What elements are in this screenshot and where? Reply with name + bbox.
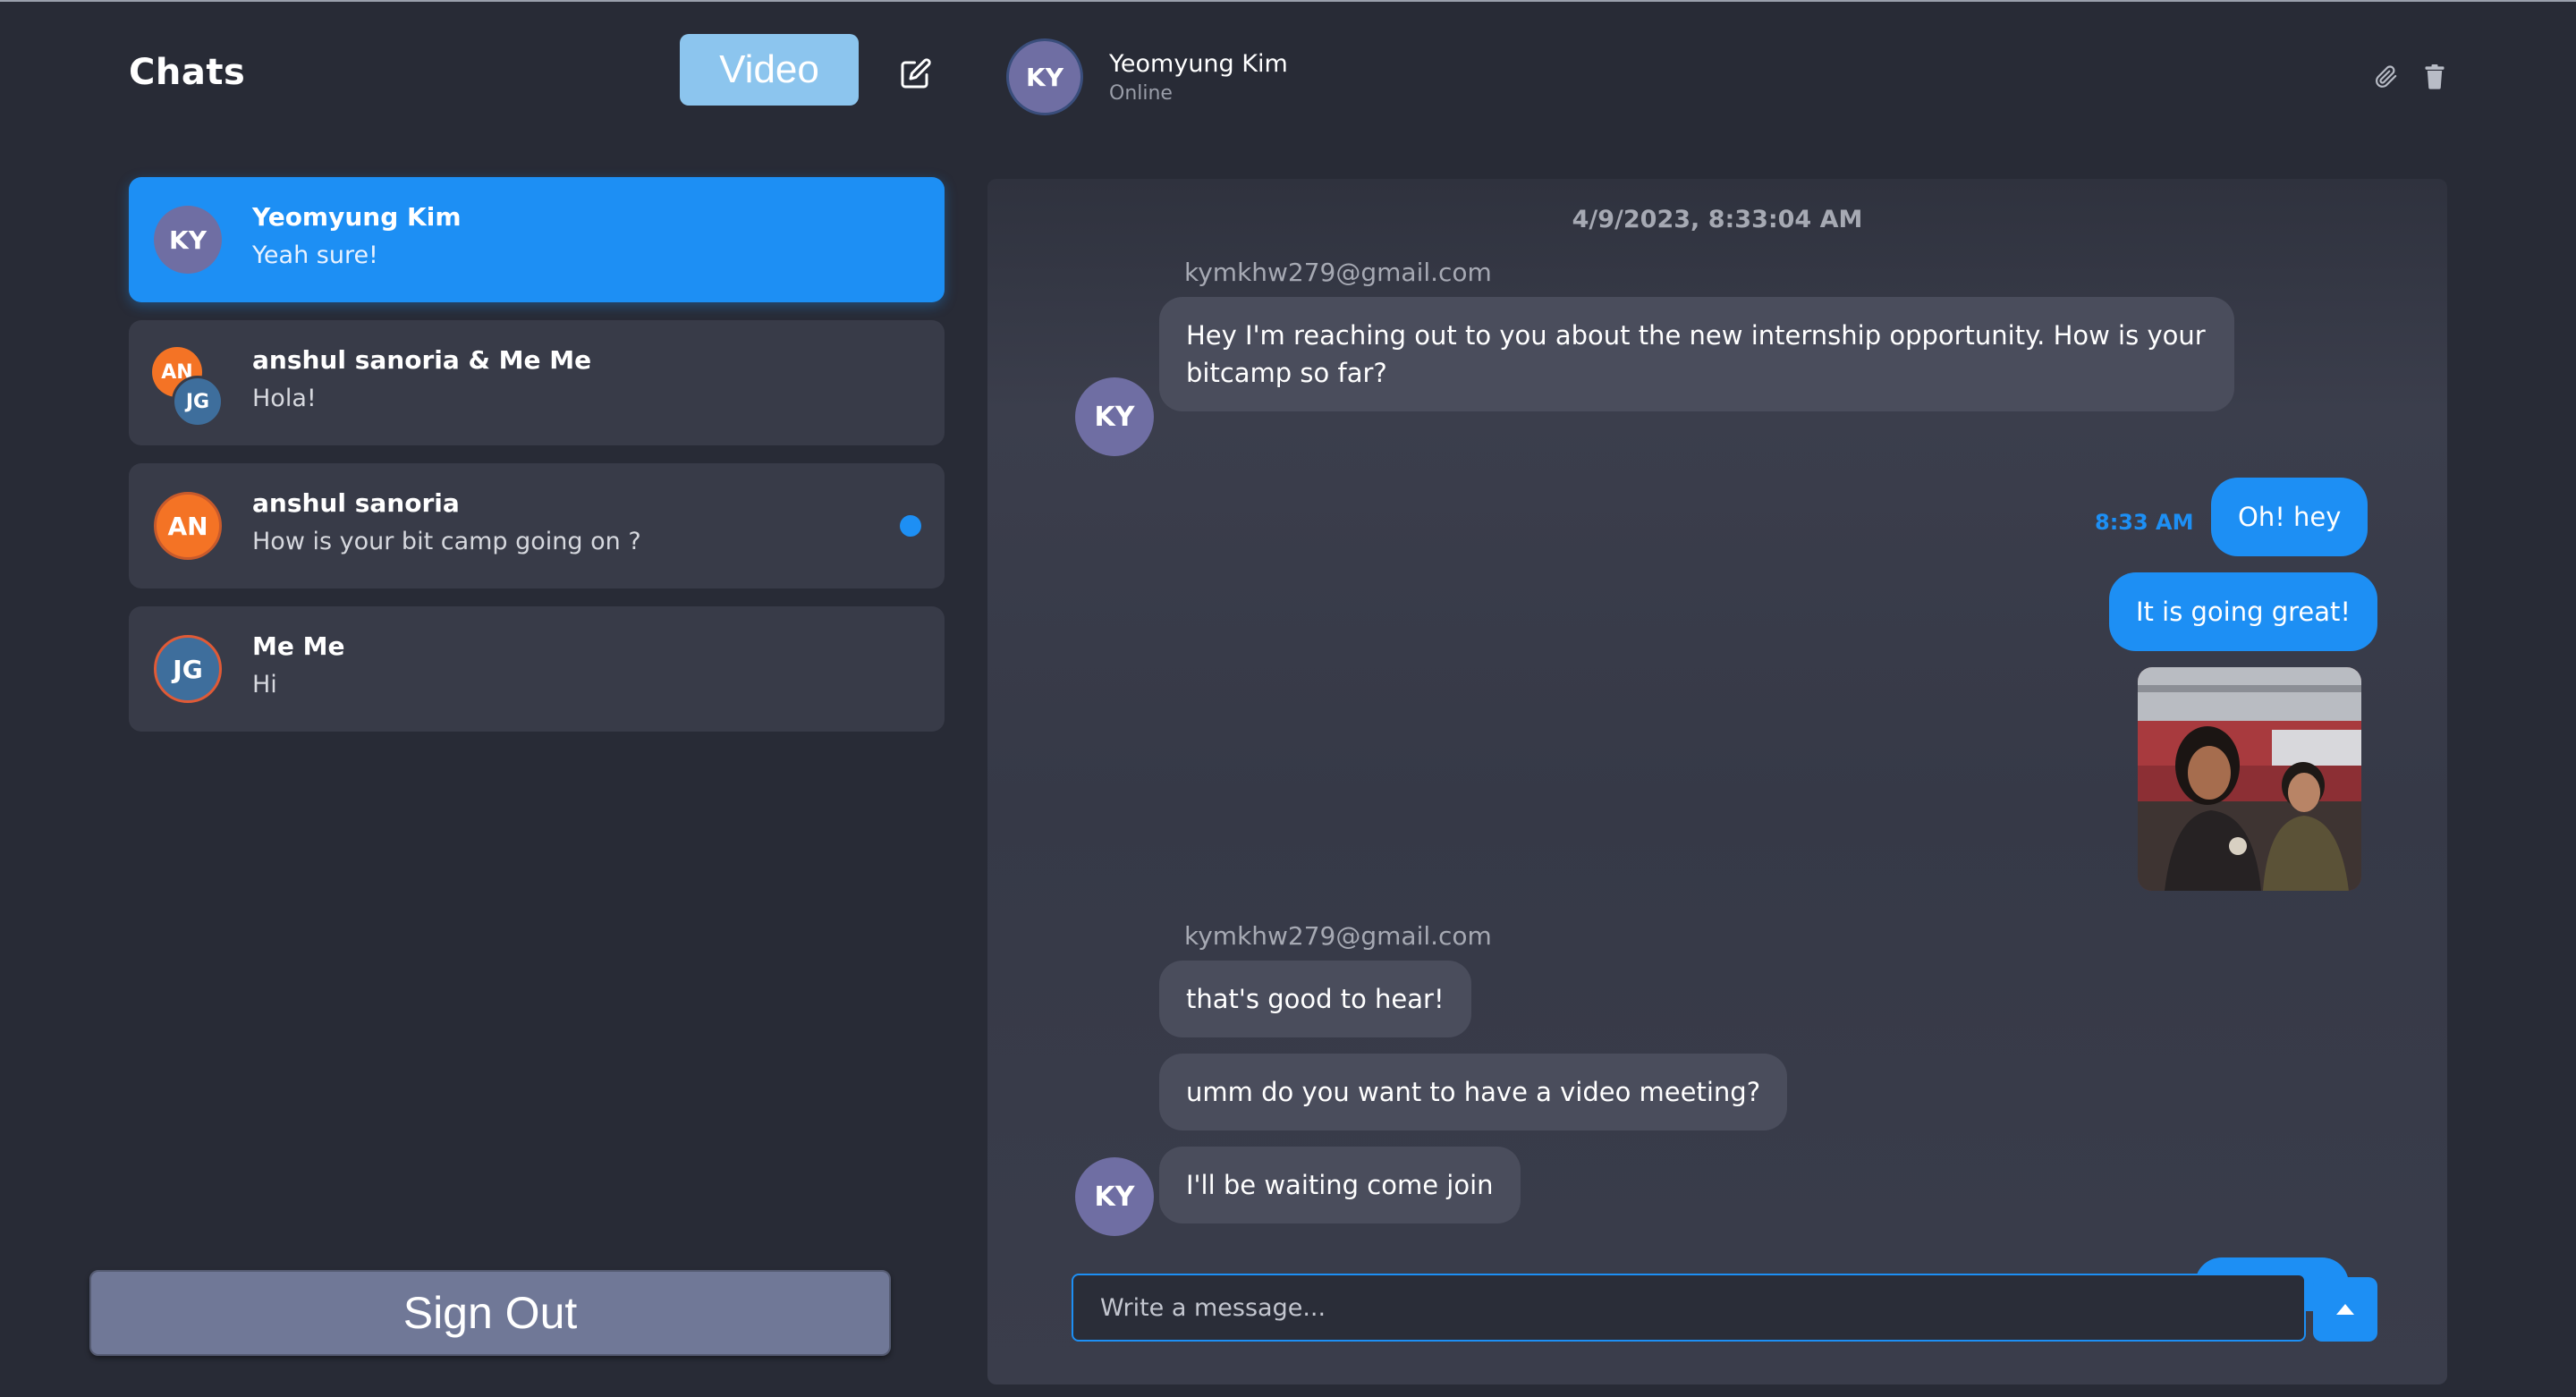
trash-icon bbox=[2425, 64, 2445, 89]
incoming-message: that's good to hear! bbox=[1159, 961, 1471, 1037]
paperclip-icon bbox=[2376, 65, 2397, 88]
chat-name: anshul sanoria & Me Me bbox=[252, 345, 592, 375]
compose-button[interactable] bbox=[896, 54, 936, 93]
chat-item-me-me[interactable]: JG Me Me Hi bbox=[129, 606, 945, 732]
attach-button[interactable] bbox=[2372, 63, 2401, 91]
message-avatar: KY bbox=[1075, 1157, 1154, 1236]
incoming-message: Hey I'm reaching out to you about the ne… bbox=[1159, 297, 2234, 411]
chat-item-anshul-sanoria[interactable]: AN anshul sanoria How is your bit camp g… bbox=[129, 463, 945, 588]
message-input[interactable] bbox=[1072, 1274, 2306, 1342]
chat-preview: How is your bit camp going on ? bbox=[252, 528, 641, 555]
delete-button[interactable] bbox=[2420, 63, 2449, 91]
top-border bbox=[0, 0, 2576, 2]
incoming-message: umm do you want to have a video meeting? bbox=[1159, 1054, 1788, 1130]
outgoing-message: It is going great! bbox=[2109, 572, 2378, 651]
avatar: JG bbox=[154, 635, 222, 703]
send-button[interactable] bbox=[2313, 1277, 2377, 1342]
header-status: Online bbox=[1109, 82, 1173, 105]
sender-email: kymkhw279@gmail.com bbox=[1184, 921, 1492, 951]
chat-name: Yeomyung Kim bbox=[252, 202, 462, 232]
sender-email: kymkhw279@gmail.com bbox=[1184, 258, 1492, 287]
video-button[interactable]: Video bbox=[680, 34, 859, 106]
chat-preview: Hola! bbox=[252, 385, 317, 412]
avatar: JG bbox=[172, 376, 224, 428]
chat-preview: Yeah sure! bbox=[252, 241, 378, 269]
chat-area[interactable]: 4/9/2023, 8:33:04 AM kymkhw279@gmail.com… bbox=[987, 179, 2447, 1384]
conversation-timestamp: 4/9/2023, 8:33:04 AM bbox=[1572, 206, 1863, 233]
avatar: AN bbox=[154, 492, 222, 560]
chat-item-yeomyung-kim[interactable]: KY Yeomyung Kim Yeah sure! bbox=[129, 177, 945, 302]
outgoing-message: Oh! hey bbox=[2211, 478, 2368, 556]
send-up-arrow-icon bbox=[2336, 1304, 2354, 1315]
chat-item-group[interactable]: AN JG anshul sanoria & Me Me Hola! bbox=[129, 320, 945, 445]
message-photo[interactable] bbox=[2138, 667, 2361, 891]
chat-name: anshul sanoria bbox=[252, 488, 460, 518]
chat-name: Me Me bbox=[252, 631, 345, 661]
unread-dot bbox=[900, 515, 921, 537]
chats-title: Chats bbox=[129, 52, 246, 93]
message-time: 8:33 AM bbox=[2095, 510, 2194, 535]
header-avatar: KY bbox=[1009, 41, 1080, 113]
signout-button[interactable]: Sign Out bbox=[89, 1270, 891, 1356]
header-name: Yeomyung Kim bbox=[1109, 50, 1288, 78]
edit-icon bbox=[901, 58, 931, 89]
message-avatar: KY bbox=[1075, 377, 1154, 456]
chat-preview: Hi bbox=[252, 671, 277, 698]
incoming-message: I'll be waiting come join bbox=[1159, 1147, 1521, 1223]
avatar: KY bbox=[154, 206, 222, 274]
